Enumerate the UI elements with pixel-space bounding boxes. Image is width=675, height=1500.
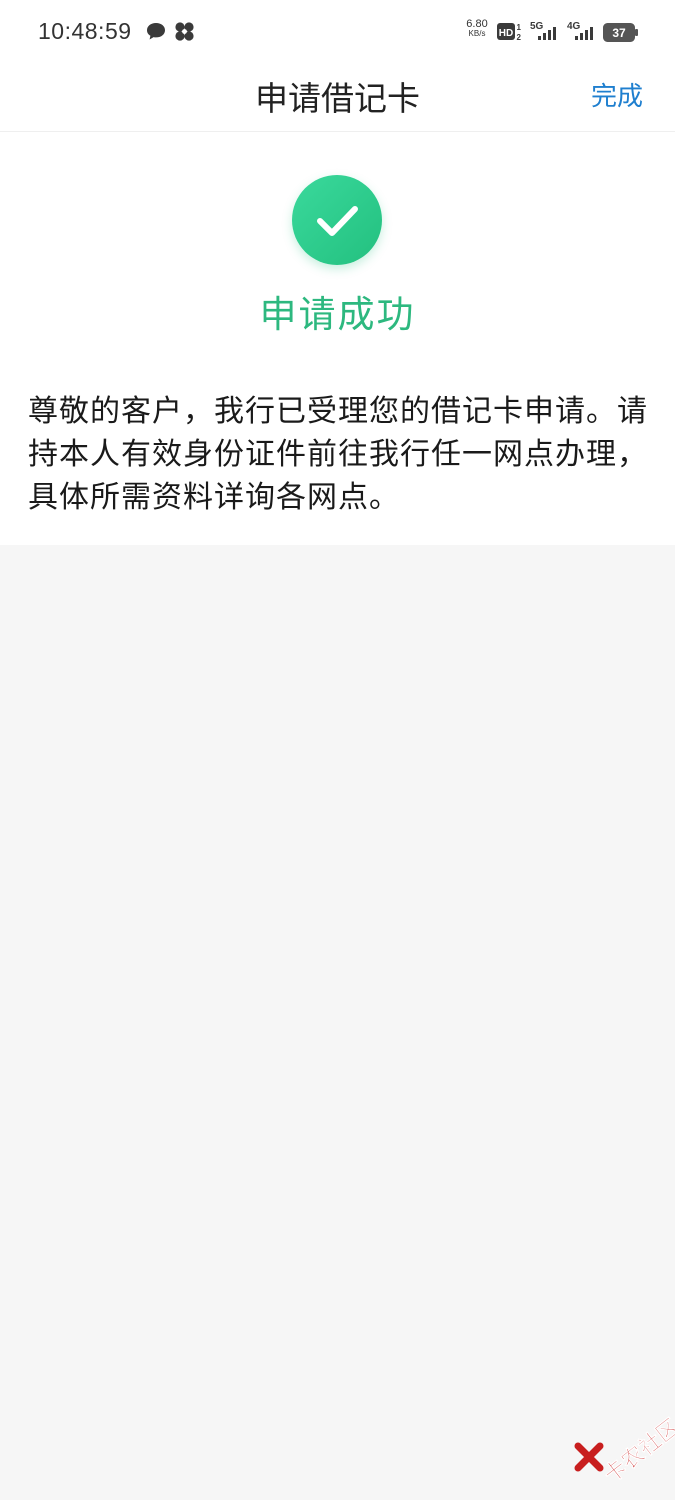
result-message: 尊敬的客户，我行已受理您的借记卡申请。请持本人有效身份证件前往我行任一网点办理，… [28,394,648,515]
hd-label: HD [499,28,513,39]
success-status: 申请成功 [259,293,416,336]
network-speed-value: 6.80 [466,18,488,30]
page-title: 申请借记卡 [255,79,420,118]
sim2-label: 4G [567,21,581,32]
watermark-text: 卡农社区 [599,1414,675,1489]
svg-text:1: 1 [517,23,522,32]
fan-icon [174,21,195,46]
battery-icon: 37 [603,23,639,46]
status-bar: 10:48:59 6.80 KB/s HD 1 2 5G 4G 37 [0,0,675,62]
watermark-logo: 卡农社区 [572,1408,675,1489]
battery-level: 37 [612,26,626,40]
result-card: 申请成功 尊敬的客户，我行已受理您的借记卡申请。请持本人有效身份证件前往我行任一… [0,132,675,545]
signal-5g-icon: 5G [530,19,562,47]
done-button[interactable]: 完成 [591,76,643,113]
nav-bar: 申请借记卡 完成 [0,62,675,132]
check-circle-icon [292,175,382,265]
signal-4g-icon: 4G [567,19,599,47]
chat-bubble-icon [146,22,166,45]
status-time: 10:48:59 [38,18,132,44]
network-speed-unit: KB/s [468,29,486,38]
svg-text:2: 2 [517,33,522,42]
sim1-label: 5G [530,21,544,32]
network-speed: 6.80 KB/s [462,19,492,39]
hd-voice-icon: HD 1 2 [497,21,525,47]
